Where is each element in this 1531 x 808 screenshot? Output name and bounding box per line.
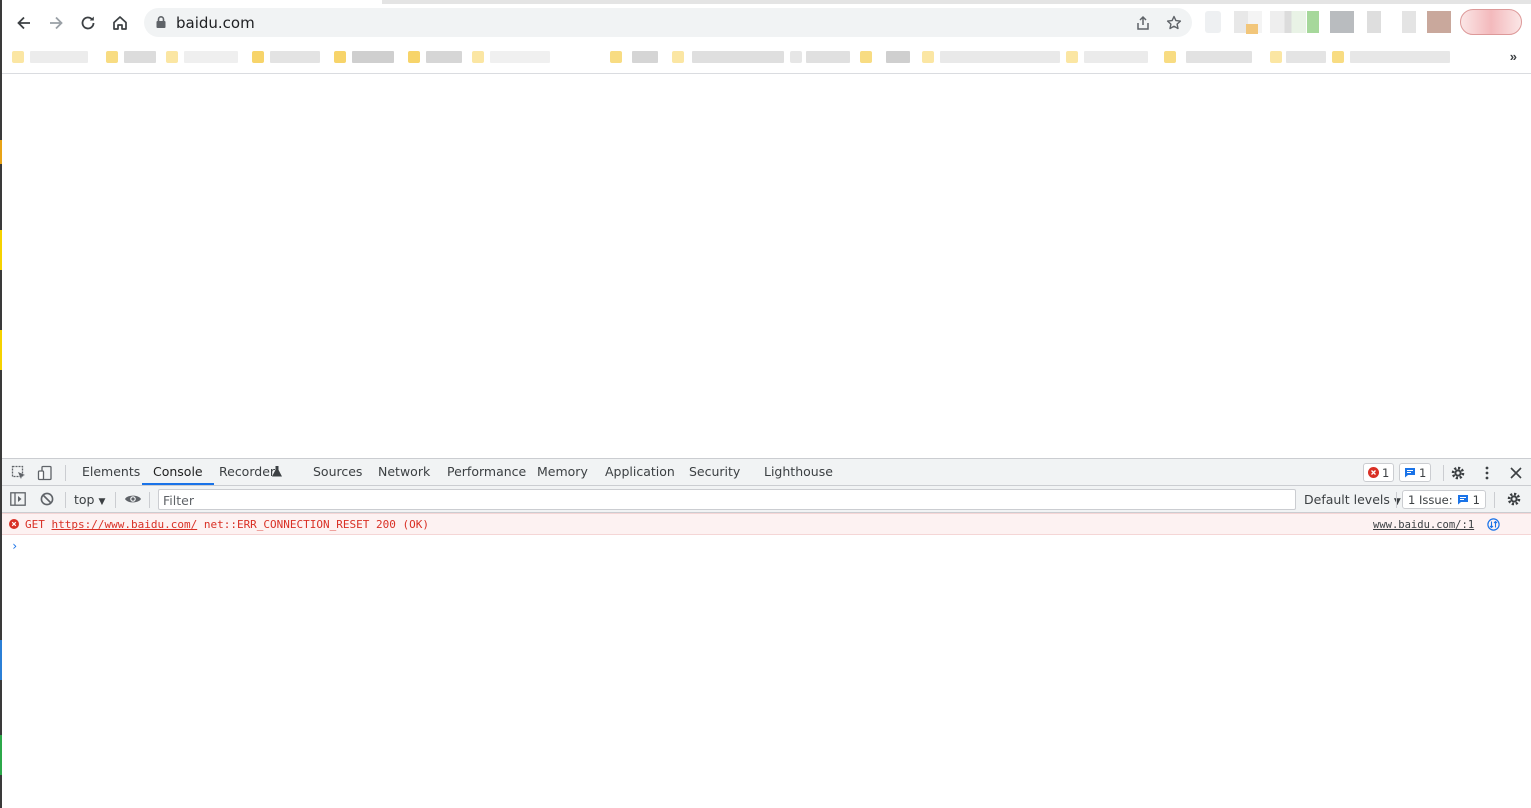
extension-icon[interactable]	[1246, 24, 1258, 34]
flask-icon	[272, 466, 282, 477]
gear-icon	[1507, 492, 1521, 506]
tab-console[interactable]: Console	[142, 459, 214, 485]
issues-button[interactable]: 1 Issue: 1	[1402, 490, 1486, 509]
extension-icon[interactable]	[1367, 11, 1381, 33]
bookmarks-bar: »	[2, 44, 1531, 74]
lock-icon[interactable]	[154, 15, 168, 29]
extension-icon[interactable]	[1402, 11, 1416, 33]
share-icon[interactable]	[1134, 14, 1152, 32]
context-selector[interactable]: top ▼	[74, 492, 105, 507]
gear-icon	[1451, 466, 1465, 480]
extension-icon[interactable]	[1307, 11, 1319, 33]
divider	[65, 465, 66, 481]
tab-sources[interactable]: Sources	[313, 459, 362, 485]
back-icon	[17, 16, 30, 30]
forward-icon	[50, 16, 63, 30]
extension-icon[interactable]	[1270, 11, 1306, 33]
message-count: 1	[1419, 465, 1427, 480]
tab-elements[interactable]: Elements	[82, 459, 140, 485]
show-sidebar-button[interactable]	[9, 490, 27, 508]
dropdown-arrow-icon: ▼	[1393, 497, 1401, 507]
close-devtools-button[interactable]	[1507, 464, 1525, 482]
error-count: 1	[1382, 465, 1390, 480]
profile-button[interactable]	[1460, 9, 1522, 35]
network-request-icon[interactable]	[1487, 518, 1500, 531]
divider	[1443, 465, 1444, 481]
request-url-link[interactable]: https://www.baidu.com/	[52, 518, 198, 531]
console-toolbar: top ▼ Filter Default levels ▼ 1 Issue: 1	[2, 486, 1531, 513]
kebab-menu-icon	[1485, 466, 1489, 480]
more-options-button[interactable]	[1478, 464, 1496, 482]
tab-security[interactable]: Security	[689, 459, 740, 485]
error-icon	[1368, 467, 1379, 478]
sidebar-icon	[10, 492, 26, 506]
url-text[interactable]: baidu.com	[176, 14, 255, 32]
device-icon	[37, 465, 52, 481]
extension-icon[interactable]	[1205, 11, 1221, 33]
inspect-icon	[11, 465, 25, 479]
divider	[1396, 492, 1397, 508]
address-bar[interactable]: baidu.com	[144, 8, 1192, 37]
inspect-element-button[interactable]	[10, 464, 28, 482]
tab-performance[interactable]: Performance	[447, 459, 526, 485]
divider	[115, 492, 116, 508]
block-icon	[40, 492, 54, 506]
tab-application[interactable]: Application	[605, 459, 675, 485]
forward-button[interactable]	[42, 9, 70, 37]
http-method: GET	[25, 518, 45, 531]
tab-network[interactable]: Network	[378, 459, 430, 485]
device-toolbar-button[interactable]	[36, 464, 54, 482]
bookmarks-overflow-button[interactable]: »	[1510, 49, 1517, 64]
devtools-tab-bar: Elements Console Recorder Sources Networ…	[2, 459, 1531, 486]
divider	[149, 492, 150, 508]
log-levels-dropdown[interactable]: Default levels ▼	[1304, 492, 1401, 507]
dropdown-arrow-icon: ▼	[98, 497, 106, 507]
divider	[1494, 492, 1495, 508]
message-icon	[1405, 468, 1415, 478]
reload-icon	[81, 16, 95, 30]
console-prompt[interactable]: ›	[11, 539, 18, 553]
clear-console-button[interactable]	[38, 490, 56, 508]
tab-memory[interactable]: Memory	[537, 459, 588, 485]
tab-strip-edge	[382, 0, 1531, 4]
error-text: GET https://www.baidu.com/ net::ERR_CONN…	[25, 518, 429, 531]
home-icon	[113, 16, 127, 30]
back-button[interactable]	[10, 9, 38, 37]
console-settings-button[interactable]	[1505, 490, 1523, 508]
reload-button[interactable]	[74, 9, 102, 37]
live-expression-button[interactable]	[123, 490, 143, 508]
home-button[interactable]	[106, 9, 134, 37]
page-content	[2, 75, 1531, 458]
divider	[65, 492, 66, 508]
message-icon	[1457, 495, 1468, 505]
avatar[interactable]	[1427, 11, 1451, 33]
error-count-badge[interactable]: 1	[1363, 463, 1395, 482]
message-count-badge[interactable]: 1	[1399, 463, 1432, 482]
tab-lighthouse[interactable]: Lighthouse	[764, 459, 833, 485]
browser-toolbar: baidu.com	[2, 0, 1531, 44]
error-icon	[9, 519, 19, 529]
extension-icon[interactable]	[1330, 11, 1354, 33]
eye-icon	[125, 495, 141, 503]
console-error-message: GET https://www.baidu.com/ net::ERR_CONN…	[2, 513, 1531, 535]
star-icon[interactable]	[1165, 14, 1183, 32]
filter-input[interactable]: Filter	[158, 489, 1296, 510]
source-link[interactable]: www.baidu.com/:1	[1373, 519, 1474, 531]
close-icon	[1510, 467, 1522, 479]
tab-recorder[interactable]: Recorder	[219, 459, 275, 485]
devtools-panel: Elements Console Recorder Sources Networ…	[2, 458, 1531, 808]
error-detail: net::ERR_CONNECTION_RESET 200 (OK)	[203, 518, 429, 531]
settings-button[interactable]	[1449, 464, 1467, 482]
